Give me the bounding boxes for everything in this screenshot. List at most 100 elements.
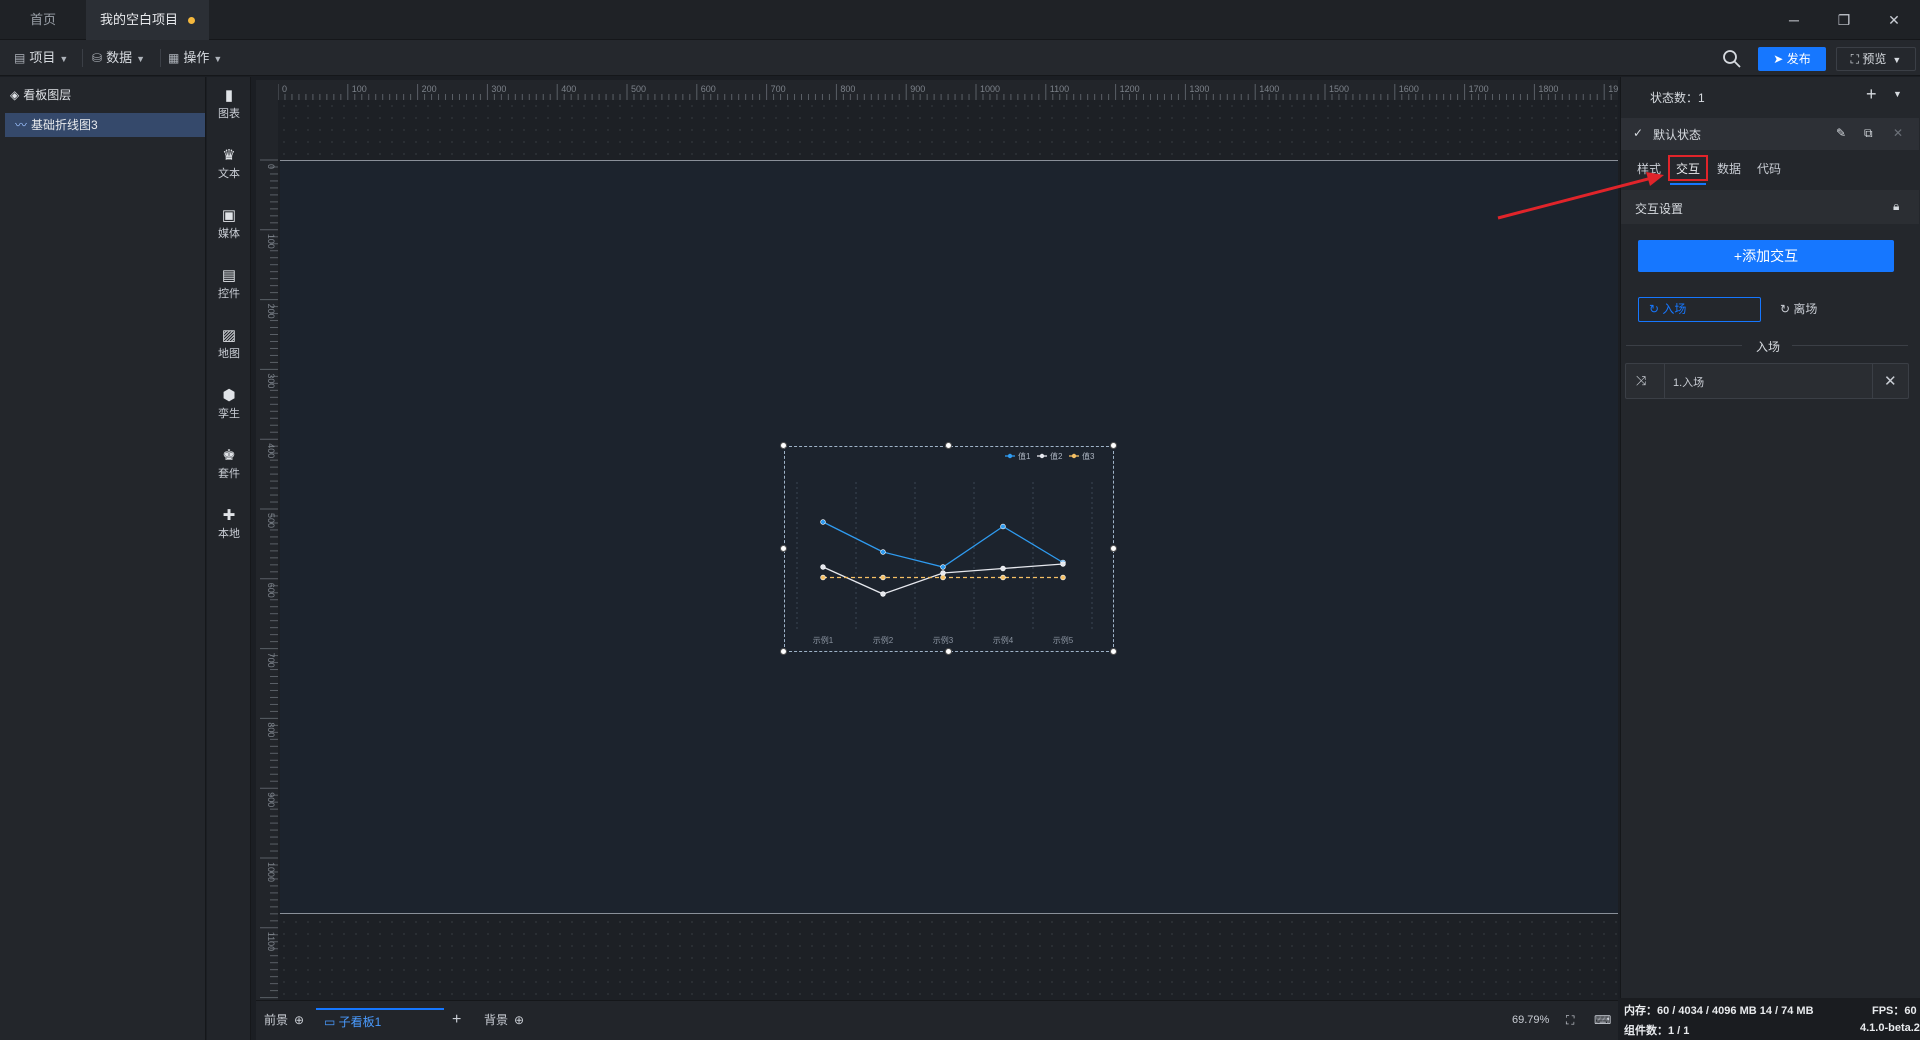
tool-chart[interactable]: ▮ 图表 [207,87,251,121]
database-icon: ⛁ [92,51,103,65]
resize-handle[interactable] [945,648,952,655]
zoom-level: 69.79% [1512,1014,1550,1026]
ruler-top: 0 100 200 300 400 500 600 700 800 900 1000 1100 1200… [256,80,1618,100]
enter-icon: ↻ [1649,302,1663,316]
ruler-tick-label: 1800 [1538,84,1558,94]
tab-project[interactable]: 我的空白项目 [86,0,210,40]
tool-label: 图表 [218,108,240,120]
close-icon[interactable]: ✕ [1884,372,1897,390]
tool-label: 孪生 [218,408,240,420]
divider-label: 入场 [1756,340,1781,354]
ruler-tick-label: 1000 [980,84,1000,94]
layer-item[interactable]: 〰基础折线图3 [5,113,205,137]
menu-project[interactable]: ▤ 项目 ▼ [14,48,68,68]
restore-button[interactable]: ❐ [1830,8,1858,32]
resize-handle[interactable] [1110,442,1117,449]
divider [1664,364,1665,398]
close-icon[interactable]: ✕ [1893,126,1903,140]
leave-tab[interactable]: ↻ 离场 [1780,297,1817,322]
default-state-label: 默认状态 [1653,128,1702,142]
legend-marker [1071,453,1077,459]
enter-tab[interactable]: ↻ 入场 [1638,297,1761,322]
bar-chart-icon: ▮ [224,87,234,104]
resize-handle[interactable] [780,648,787,655]
tool-twin[interactable]: ⬢ 孪生 [207,387,251,421]
resize-handle[interactable] [780,442,787,449]
fit-screen-icon[interactable]: ⛶ [1566,1008,1574,1032]
interaction-entry[interactable]: ⤨ 1.入场 ✕ [1625,363,1909,399]
component-count: 组件数：1 / 1 [1624,1025,1690,1037]
ruler-tick-label: 0 [282,84,287,94]
ruler-tick-label: 0 [266,164,276,169]
tool-label: 套件 [218,468,240,480]
tab-home[interactable]: 首页 [16,0,70,40]
keyboard-icon[interactable]: ⌨ [1594,1008,1611,1032]
component-toolbox: ▮ 图表 ♛ 文本 ▣ 媒体 ▤ 控件 ▨ 地图 ⬢ 孪生 ♚ 套件 ✚ 本地 [207,77,251,1040]
tab-code[interactable]: 代码 [1757,160,1781,177]
fullscreen-icon: ⛶ [1850,52,1863,66]
edit-icon[interactable]: ✎ [1836,126,1846,140]
tool-label: 媒体 [218,228,240,240]
menu-operations-label: 操作 [183,50,210,65]
ruler-tick-label: 200 [422,84,437,94]
check-icon: ✓ [1633,126,1644,140]
resize-handle[interactable] [1110,648,1117,655]
search-icon[interactable] [1722,49,1742,69]
data-point [880,574,886,581]
ruler-tick-label: 1000 [266,862,276,882]
layers-title: ◈ 看板图层 [10,86,71,103]
tab-data[interactable]: 数据 [1717,160,1741,177]
divider [1626,345,1742,346]
add-circle-icon[interactable]: ⊕ [514,1013,524,1027]
leave-label: 离场 [1793,302,1818,316]
line-chart-component[interactable]: 值1 值2 值3 示例1 示例2 示例3 示例4 示例5 [780,442,1117,655]
copy-icon[interactable]: ⧉ [1864,126,1873,141]
ruler-tick-label: 100 [352,84,367,94]
monitor-icon: ▭ [324,1015,339,1029]
ruler-tick-label: 900 [910,84,925,94]
puzzle-icon: ✚ [222,507,236,524]
line-chart-icon: 〰 [15,118,28,132]
lock-icon[interactable]: 🔒︎ [1893,199,1899,214]
series-line-1 [822,521,1064,568]
data-point [820,519,826,525]
sub-board-tab[interactable]: ▭ 子看板1 [316,1008,444,1032]
tool-label: 文本 [218,168,240,180]
ruler-tick-label: 600 [266,583,276,598]
resize-handle[interactable] [1110,545,1117,552]
menu-operations[interactable]: ▦ 操作 ▼ [168,48,222,68]
minimize-button[interactable]: ─ [1780,8,1808,32]
tool-suite[interactable]: ♚ 套件 [207,447,251,481]
resize-handle[interactable] [945,442,952,449]
publish-label: 发布 [1786,52,1811,66]
tool-text[interactable]: ♛ 文本 [207,147,251,181]
add-interaction-button[interactable]: +添加交互 [1638,240,1894,272]
resize-handle[interactable] [780,545,787,552]
menu-data[interactable]: ⛁ 数据 ▼ [92,48,145,68]
tool-media[interactable]: ▣ 媒体 [207,207,251,241]
tool-map[interactable]: ▨ 地图 [207,327,251,361]
cube-icon: ⬢ [222,387,236,404]
data-point [1000,565,1006,572]
ruler-tick-label: 1700 [1469,84,1489,94]
media-icon: ▣ [221,207,237,224]
close-window-button[interactable]: ✕ [1880,8,1908,32]
tool-control[interactable]: ▤ 控件 [207,267,251,301]
chevron-down-icon[interactable]: ▼ [1893,89,1902,99]
add-state-icon[interactable]: + [1866,84,1877,105]
tool-local[interactable]: ✚ 本地 [207,507,251,541]
background-tab[interactable]: 背景 ⊕ [484,1008,524,1032]
preview-button[interactable]: ⛶ 预览 ▼ [1836,47,1916,71]
legend-label: 值2 [1050,451,1063,461]
tab-project-label: 我的空白项目 [100,12,179,27]
ruler-tick-label: 700 [266,653,276,668]
ruler-tick-label: 1900 [1608,84,1618,94]
add-circle-icon[interactable]: ⊕ [294,1013,304,1027]
tab-interaction[interactable]: 交互 [1668,155,1709,181]
publish-button[interactable]: ➤ 发布 [1758,47,1826,71]
chevron-down-icon: ▼ [1892,55,1902,65]
data-point [1060,561,1066,567]
foreground-tab[interactable]: 前景 ⊕ [264,1008,304,1032]
line-chart: 值1 值2 值3 示例1 示例2 示例3 示例4 示例5 [796,451,1095,645]
add-board-button[interactable]: + [452,1008,461,1032]
